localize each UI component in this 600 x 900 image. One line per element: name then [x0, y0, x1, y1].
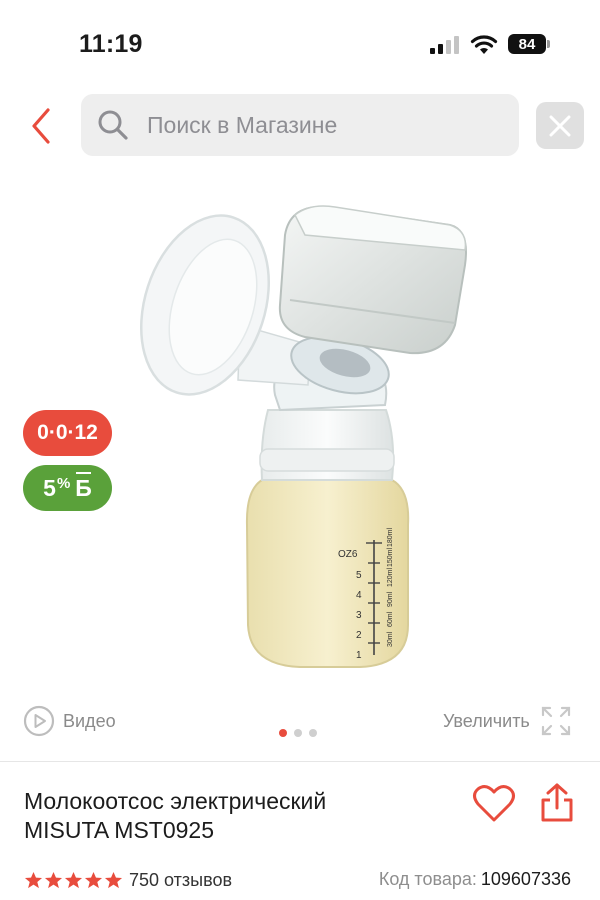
search-placeholder: Поиск в Магазине — [147, 112, 338, 138]
zoom-label: Увеличить — [443, 710, 530, 731]
video-label: Видео — [63, 710, 116, 731]
ml-mark: 60ml — [387, 611, 394, 627]
oz-mark: 5 — [356, 570, 362, 581]
gallery-dot[interactable] — [279, 729, 287, 737]
product-title-line: MISUTA MST0925 — [24, 817, 215, 843]
product-code-value: 109607336 — [480, 869, 571, 889]
star-icon — [24, 871, 43, 888]
status-bar: 11:19 84 — [0, 0, 600, 90]
search-input[interactable]: Поиск в Магазине — [81, 94, 519, 156]
ml-mark: 120ml — [387, 567, 394, 587]
oz-mark: 2 — [356, 630, 362, 641]
product-title-line: Молокоотсос электрический — [24, 788, 327, 814]
close-icon — [549, 115, 571, 137]
battery-level: 84 — [508, 34, 546, 54]
oz-mark: 4 — [356, 590, 362, 601]
gallery-dot[interactable] — [309, 729, 317, 737]
cellular-signal-icon — [430, 36, 459, 54]
product-title: Молокоотсос электрический MISUTA MST0925 — [24, 787, 444, 845]
expand-icon — [541, 706, 570, 736]
oz-label: OZ6 — [338, 549, 358, 560]
installment-badge-label: 0·0·12 — [37, 421, 98, 444]
bonus-badge[interactable]: 5% Б — [23, 465, 112, 511]
bonus-percent-sign: % — [56, 474, 71, 492]
chevron-left-icon[interactable] — [26, 106, 60, 146]
rating-row[interactable]: 750 отзывов — [24, 868, 232, 892]
reviews-count: 750 отзывов — [129, 869, 233, 890]
product-image[interactable]: OZ6 5 4 3 2 1 180ml 150ml 120ml 90ml 60m… — [120, 195, 490, 675]
star-icon — [44, 871, 63, 888]
gallery-dot[interactable] — [294, 729, 302, 737]
gallery-pagination — [279, 729, 317, 737]
share-icon[interactable] — [538, 782, 576, 824]
battery-icon: 84 — [508, 34, 550, 54]
rating-stars — [24, 871, 123, 890]
status-time: 11:19 — [79, 30, 143, 58]
play-icon — [23, 705, 55, 737]
wifi-icon — [470, 35, 498, 54]
star-icon — [84, 871, 103, 888]
product-code-label: Код товара: — [378, 869, 477, 889]
bonus-letter: Б — [75, 471, 92, 501]
oz-mark: 1 — [356, 650, 362, 661]
ml-mark: 90ml — [387, 591, 394, 607]
search-icon — [98, 110, 128, 140]
product-code: Код товара: 109607336 — [379, 869, 571, 890]
heart-icon[interactable] — [472, 784, 516, 824]
ml-mark: 150ml — [387, 547, 394, 567]
star-icon — [104, 871, 123, 888]
zoom-button[interactable]: Увеличить — [443, 704, 572, 738]
divider — [0, 761, 600, 762]
video-button[interactable]: Видео — [23, 704, 116, 738]
bonus-percent: 5 — [43, 474, 56, 501]
ml-mark: 30ml — [387, 631, 394, 647]
oz-mark: 3 — [356, 610, 362, 621]
installment-badge[interactable]: 0·0·12 — [23, 410, 112, 456]
star-icon — [64, 871, 83, 888]
close-button[interactable] — [536, 102, 584, 149]
ml-mark: 180ml — [387, 527, 394, 547]
